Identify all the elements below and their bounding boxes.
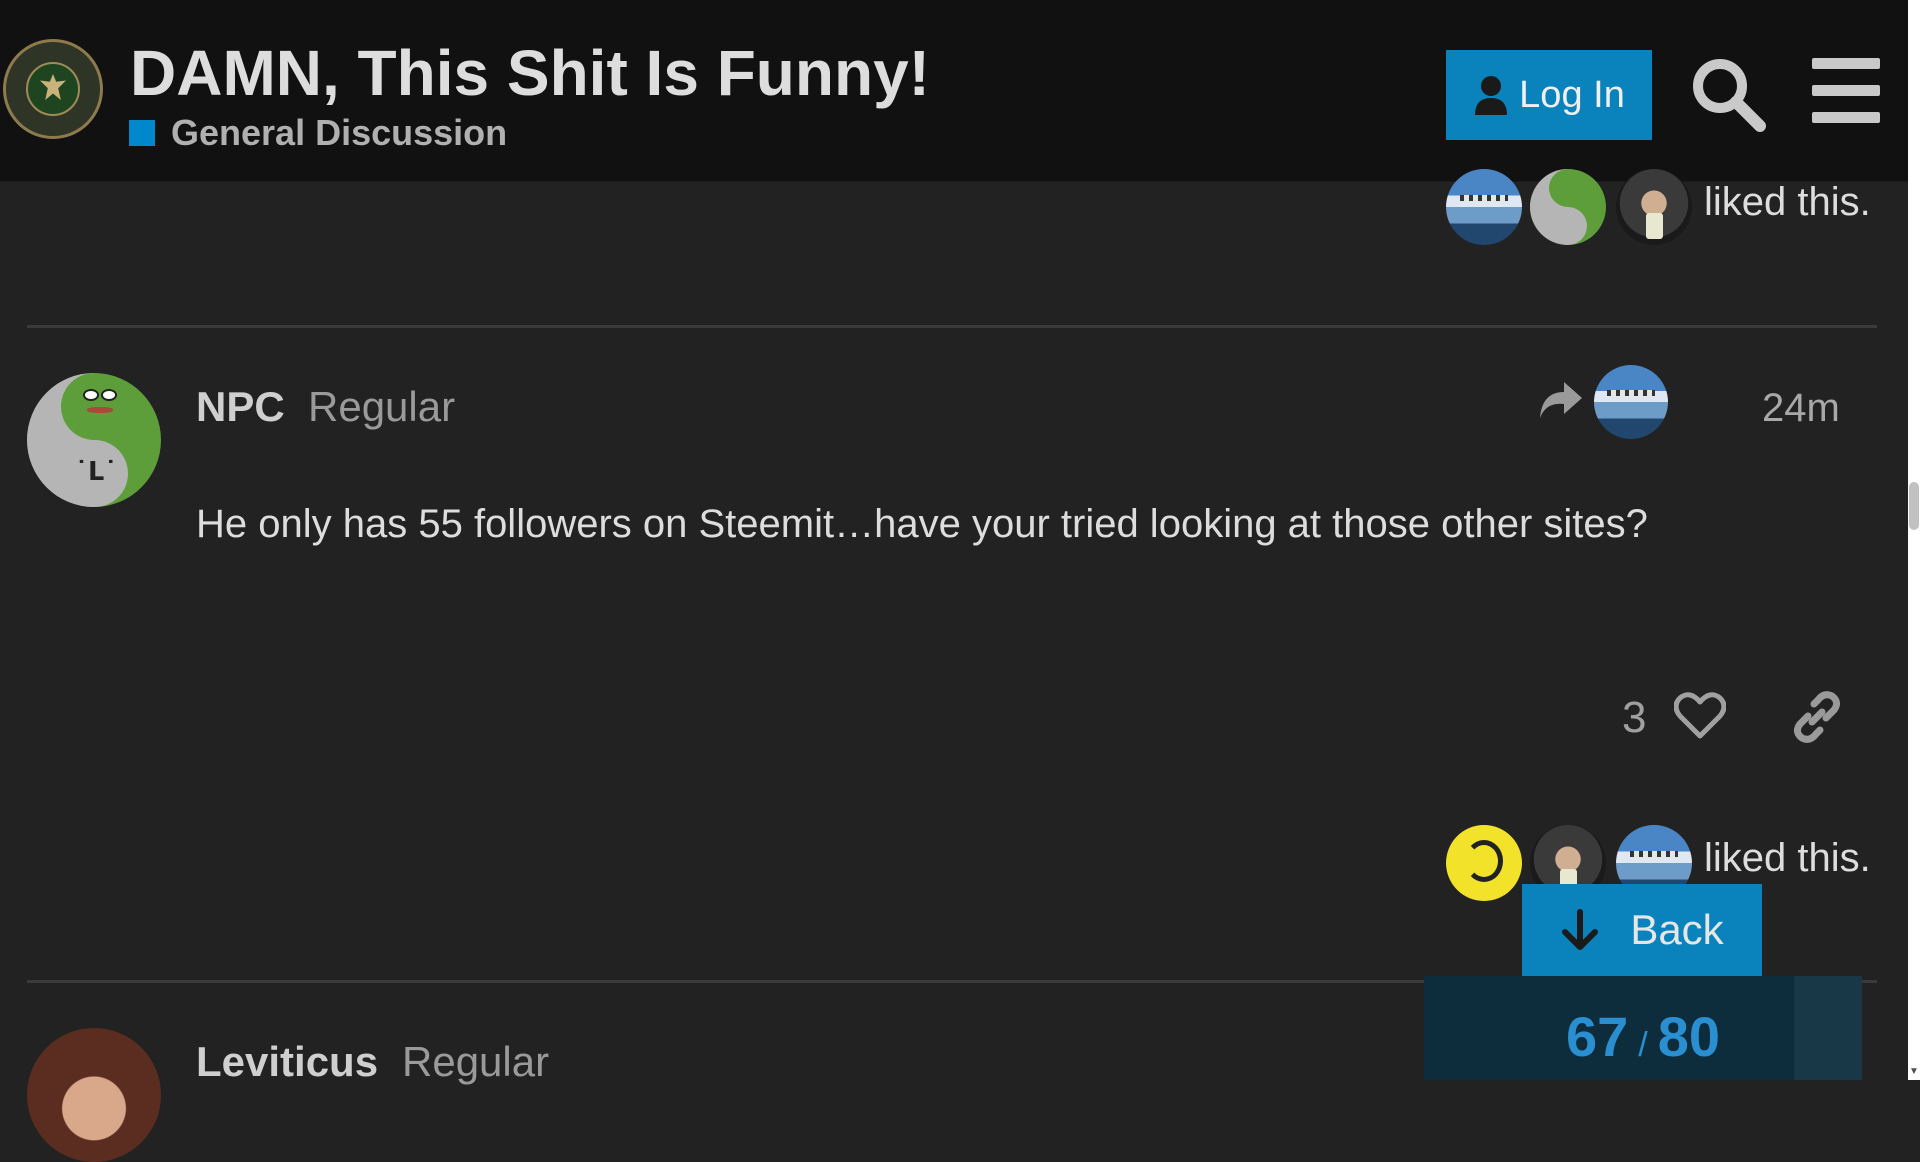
- post-user-title: Regular: [308, 383, 456, 430]
- site-header: DAMN, This Shit Is Funny! General Discus…: [0, 0, 1908, 182]
- site-logo[interactable]: [3, 39, 103, 139]
- hamburger-icon: [1812, 58, 1880, 123]
- back-label: Back: [1630, 906, 1724, 953]
- arrow-down-icon: [1562, 909, 1599, 950]
- scroll-down-arrow-icon[interactable]: ▼: [1908, 1064, 1920, 1080]
- timeline-current: 67: [1565, 1005, 1629, 1068]
- login-label: Log In: [1519, 73, 1625, 116]
- back-button[interactable]: Back: [1522, 884, 1762, 976]
- post-username[interactable]: Leviticus: [196, 1038, 378, 1086]
- liker-avatar[interactable]: [1446, 825, 1522, 901]
- topic-timeline[interactable]: 67/80: [1424, 976, 1862, 1080]
- post-username[interactable]: NPC: [196, 383, 285, 431]
- post-body: He only has 55 followers on Steemit…have…: [196, 502, 1648, 546]
- like-count[interactable]: 3: [1622, 693, 1646, 743]
- liked-this-text: liked this.: [1704, 180, 1871, 224]
- category-color-swatch: [129, 120, 155, 146]
- scrollbar[interactable]: [1908, 0, 1920, 1080]
- search-icon: [1693, 59, 1766, 132]
- heart-icon[interactable]: [1674, 692, 1726, 740]
- user-avatar[interactable]: [27, 1028, 161, 1162]
- scrollbar-thumb[interactable]: [1909, 482, 1919, 530]
- search-button[interactable]: [1688, 54, 1768, 134]
- timeline-total: 80: [1657, 1005, 1721, 1068]
- hamburger-menu-button[interactable]: [1812, 58, 1880, 124]
- reply-to-avatar[interactable]: [1594, 365, 1668, 439]
- liker-avatar[interactable]: [1446, 169, 1522, 245]
- timeline-position: 67/80: [1424, 1004, 1862, 1069]
- user-icon: [1475, 76, 1508, 115]
- liker-avatar[interactable]: [1616, 169, 1692, 245]
- login-button[interactable]: Log In: [1446, 50, 1652, 140]
- post-date[interactable]: 24m: [1762, 386, 1840, 431]
- post-divider: [27, 325, 1877, 328]
- post-user-title: Regular: [402, 1038, 550, 1085]
- liked-this-text: liked this.: [1704, 836, 1871, 880]
- link-icon[interactable]: [1790, 690, 1844, 744]
- timeline-separator: /: [1638, 1026, 1648, 1064]
- user-avatar[interactable]: ˙ᒪ˙: [27, 373, 161, 507]
- liker-avatar[interactable]: [1530, 169, 1606, 245]
- category-badge[interactable]: General Discussion: [129, 112, 507, 154]
- topic-title[interactable]: DAMN, This Shit Is Funny!: [130, 36, 930, 110]
- reply-arrow-icon[interactable]: [1538, 380, 1584, 420]
- category-name: General Discussion: [171, 112, 508, 153]
